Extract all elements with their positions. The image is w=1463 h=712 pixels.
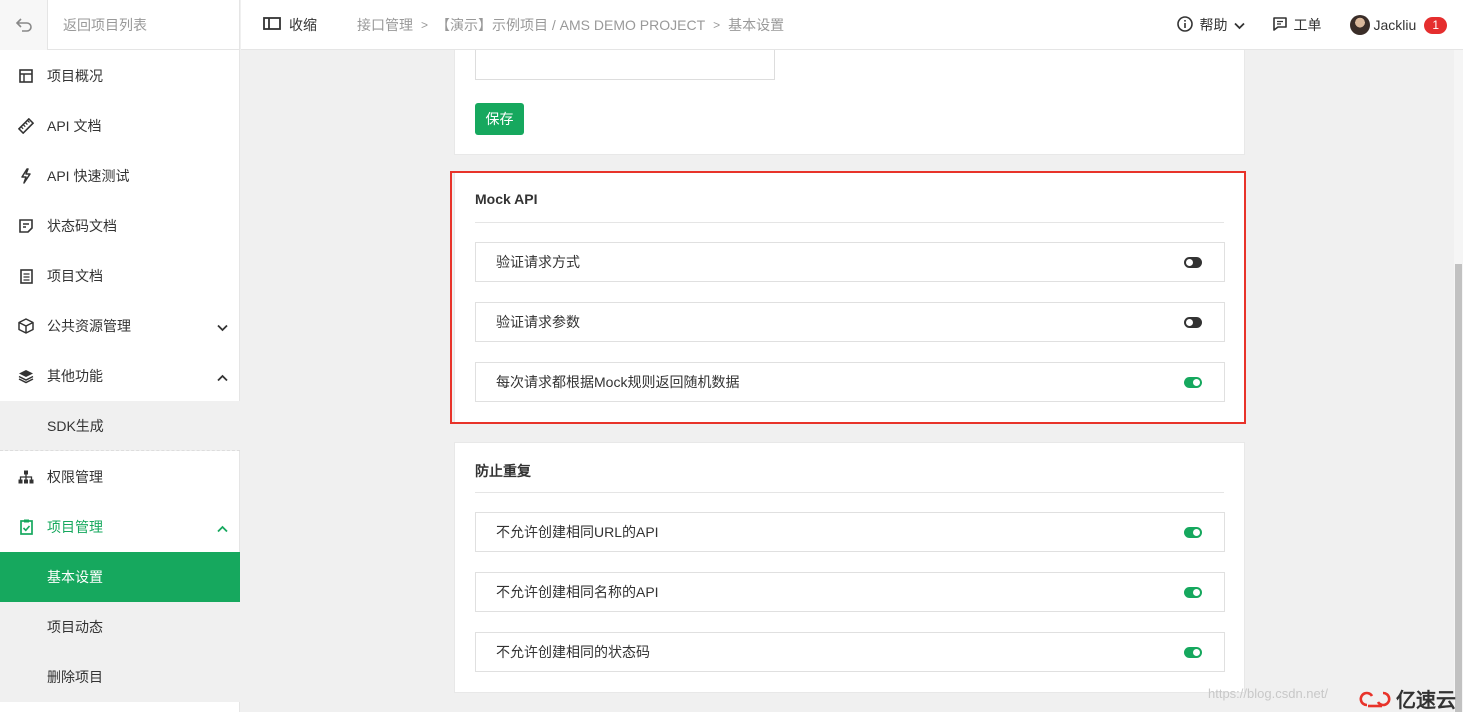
avatar [1349,15,1370,35]
dashboard-icon [18,68,34,84]
toggle-switch[interactable] [1184,317,1202,328]
toggle-switch[interactable] [1184,587,1202,598]
option-row: 验证请求方式 [475,242,1225,282]
sidebar-item-label: 公共资源管理 [47,318,131,334]
sidebar-item-label: 项目概况 [47,68,103,84]
lightning-icon [18,168,34,184]
brand-name: 亿速云 [1396,690,1456,712]
scrollbar-thumb[interactable] [1455,264,1462,712]
sidebar-item-label: 删除项目 [47,669,103,685]
sidebar-item-label: 基本设置 [47,569,103,585]
user-menu[interactable]: Jackliu 1 [1349,15,1447,35]
sidebar-item-label: 项目管理 [47,519,103,535]
option-row: 不允许创建相同名称的API [475,572,1225,612]
help-label: 帮助 [1199,17,1228,33]
sidebar-subitem-project-activity[interactable]: 项目动态 [0,602,240,652]
sidebar-subitem-basic-settings[interactable]: 基本设置 [0,552,240,602]
settings-form-card: 保存 [454,50,1245,155]
sidebar-item-project-management[interactable]: 项目管理 [0,502,240,552]
breadcrumb-item[interactable]: 接口管理 [357,15,413,35]
section-title: 防止重复 [475,463,531,479]
ruler-icon [18,118,34,134]
sidebar-item-label: 项目文档 [47,268,103,284]
brand-logo: 亿速云 [1358,684,1456,712]
sidebar-item-label: API 快速测试 [47,168,130,184]
option-label: 不允许创建相同名称的API [496,584,659,600]
sidebar-item-api-docs[interactable]: API 文档 [0,101,240,151]
document-icon [18,268,34,284]
ticket-icon [1272,16,1287,34]
option-label: 不允许创建相同的状态码 [496,644,650,660]
option-row: 验证请求参数 [475,302,1225,342]
help-menu[interactable]: 帮助 [1176,15,1245,35]
option-label: 每次请求都根据Mock规则返回随机数据 [496,374,740,390]
sidebar-item-public-resources[interactable]: 公共资源管理 [0,301,240,351]
mock-api-card: Mock API 验证请求方式 验证请求参数 每次请求都根据Mock规则返回随机… [454,172,1245,424]
watermark-text: https://blog.csdn.net/ [1208,686,1328,701]
text-input[interactable] [475,50,775,80]
sidebar-subitem-delete-project[interactable]: 删除项目 [0,652,240,702]
option-row: 每次请求都根据Mock规则返回随机数据 [475,362,1225,402]
notification-badge[interactable]: 1 [1424,16,1447,34]
chevron-up-icon[interactable] [217,520,228,536]
option-label: 不允许创建相同URL的API [496,524,659,540]
breadcrumb-item[interactable]: 【演示】示例项目 / AMS DEMO PROJECT [436,15,705,35]
back-to-projects[interactable]: 返回项目列表 [0,0,239,50]
hierarchy-icon [18,469,34,485]
toggle-switch[interactable] [1184,377,1202,388]
sidebar: 返回项目列表 项目概况 API 文档 API 快速测试 状态码文档 项目文档 公… [0,0,240,712]
user-name: Jackliu [1373,17,1417,33]
back-arrow-icon[interactable] [0,0,48,50]
option-label: 验证请求参数 [496,314,580,330]
layers-icon [18,368,34,384]
breadcrumb: 接口管理 > 【演示】示例项目 / AMS DEMO PROJECT > 基本设… [357,15,784,35]
sidebar-item-status-codes[interactable]: 状态码文档 [0,201,240,251]
note-icon [18,218,34,234]
top-header: 收缩 接口管理 > 【演示】示例项目 / AMS DEMO PROJECT > … [241,0,1463,50]
option-label: 验证请求方式 [496,254,580,270]
cloud-logo-icon [1358,688,1392,710]
header-actions: 帮助 工单 Jackliu 1 [1149,0,1447,50]
chevron-down-icon [1233,17,1245,33]
option-row: 不允许创建相同的状态码 [475,632,1225,672]
option-row: 不允许创建相同URL的API [475,512,1225,552]
breadcrumb-current: 基本设置 [728,16,785,33]
ticket-link[interactable]: 工单 [1272,15,1322,35]
breadcrumb-separator-icon: > [421,17,429,32]
collapse-label: 收缩 [289,16,317,33]
save-button[interactable]: 保存 [475,103,524,135]
sidebar-item-label: SDK生成 [47,417,104,434]
divider [475,492,1224,493]
sidebar-toggle-icon [263,16,281,33]
breadcrumb-separator-icon: > [713,17,721,32]
toggle-switch[interactable] [1184,257,1202,268]
clipboard-check-icon [18,519,34,535]
cube-icon [18,318,34,334]
sidebar-item-permissions[interactable]: 权限管理 [0,452,240,502]
sidebar-item-label: 权限管理 [47,469,103,485]
sidebar-item-label: 状态码文档 [47,218,117,234]
sidebar-subitem-sdk[interactable]: SDK生成 [0,401,240,451]
section-title: Mock API [475,191,538,207]
chevron-up-icon[interactable] [217,369,228,385]
sidebar-item-api-quick-test[interactable]: API 快速测试 [0,151,240,201]
chevron-down-icon[interactable] [217,319,228,335]
info-icon [1176,15,1193,35]
sidebar-item-overview[interactable]: 项目概况 [0,51,240,101]
divider [475,222,1224,223]
sidebar-item-project-docs[interactable]: 项目文档 [0,251,240,301]
sidebar-item-label: API 文档 [47,118,102,134]
collapse-sidebar-button[interactable]: 收缩 [263,15,317,35]
toggle-switch[interactable] [1184,647,1202,658]
back-label[interactable]: 返回项目列表 [48,15,147,35]
sidebar-item-label: 项目动态 [47,619,103,635]
sidebar-item-label: 其他功能 [47,368,103,384]
ticket-label: 工单 [1293,17,1322,33]
sidebar-item-other-features[interactable]: 其他功能 [0,351,240,401]
scrollbar[interactable] [1454,50,1463,712]
toggle-switch[interactable] [1184,527,1202,538]
duplicate-prevention-card: 防止重复 不允许创建相同URL的API 不允许创建相同名称的API 不允许创建相… [454,442,1245,693]
